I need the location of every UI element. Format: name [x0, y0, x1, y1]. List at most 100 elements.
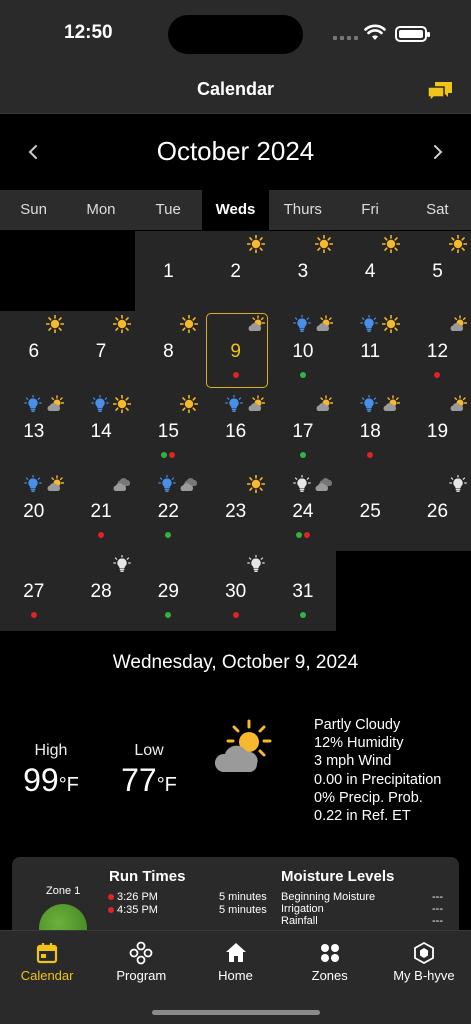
calendar-day-27[interactable]: 27 — [0, 551, 68, 631]
calendar-day-4[interactable]: 4 — [336, 231, 404, 311]
moisture-label: Beginning Moisture — [281, 891, 376, 903]
calendar-day-30[interactable]: 30 — [201, 551, 270, 631]
calendar-day-26[interactable]: 26 — [403, 471, 471, 551]
run-time: 4:35 PM — [117, 904, 158, 916]
cloudy-icon — [315, 478, 332, 491]
calendar-day-16[interactable]: 16 — [201, 391, 270, 471]
calendar-day-6[interactable]: 6 — [0, 311, 68, 391]
calendar-day-7[interactable]: 7 — [67, 311, 135, 391]
sun-icon — [180, 395, 199, 413]
day-number: 19 — [426, 421, 449, 442]
status-time: 12:50 — [64, 22, 113, 43]
sun-icon — [180, 315, 199, 333]
tab-calendar[interactable]: Calendar — [0, 931, 94, 1024]
calendar-day-2[interactable]: 2 — [201, 231, 270, 311]
calendar-day-14[interactable]: 14 — [67, 391, 135, 471]
calendar-day-8[interactable]: 8 — [134, 311, 203, 391]
calendar-day-31[interactable]: 31 — [269, 551, 337, 631]
zone-name: Zone 1 — [46, 885, 81, 897]
tab-label: Home — [218, 968, 253, 983]
calendar-day-15[interactable]: 15 — [134, 391, 203, 471]
light-bulb-icon — [247, 555, 266, 572]
weather-detail-line: 3 mph Wind — [314, 753, 392, 770]
calendar-empty-cell — [67, 231, 135, 311]
weekday-header: Sun Mon Tue Weds Thurs Fri Sat — [0, 190, 471, 230]
calendar-week-row: 13 14 15 16 17 18 19 — [0, 391, 471, 471]
red-dot — [232, 372, 239, 378]
sun-icon — [112, 315, 131, 333]
light-bulb-icon — [292, 475, 311, 492]
day-weather-icons — [247, 235, 266, 253]
weather-detail-line: 12% Humidity — [314, 735, 404, 752]
red-dot — [108, 894, 114, 900]
partly-cloudy-icon — [383, 395, 400, 411]
calendar-day-10[interactable]: 10 — [269, 311, 337, 391]
calendar-day-24[interactable]: 24 — [269, 471, 337, 551]
calendar-day-22[interactable]: 22 — [134, 471, 203, 551]
day-weather-icons — [180, 395, 199, 413]
red-dot — [98, 532, 105, 538]
run-time-row: 4:35 PM — [108, 904, 158, 916]
home-icon — [225, 943, 246, 962]
home-indicator — [152, 1010, 320, 1015]
partly-cloudy-icon — [47, 395, 64, 411]
calendar-day-11[interactable]: 11 — [336, 311, 404, 391]
day-number: 3 — [297, 261, 309, 282]
red-dot — [303, 532, 310, 538]
calendar-day-19[interactable]: 19 — [403, 391, 471, 471]
light-bulb-blue-icon — [360, 395, 378, 412]
green-dot — [161, 452, 168, 458]
calendar-day-5[interactable]: 5 — [403, 231, 471, 311]
weekday-thurs: Thurs — [283, 201, 322, 218]
chevron-right-icon[interactable] — [425, 140, 449, 164]
high-label: High — [34, 742, 68, 759]
day-weather-icons — [23, 475, 64, 493]
partly-cloudy-icon — [47, 475, 64, 491]
calendar-day-12[interactable]: 12 — [403, 311, 471, 391]
weather-detail-line: 0.00 in Precipitation — [314, 771, 442, 788]
day-number: 27 — [23, 581, 45, 602]
calendar-empty-cell — [0, 231, 68, 311]
calendar-day-29[interactable]: 29 — [134, 551, 203, 631]
calendar-week-row: 6 7 8 9 10 11 12 — [0, 311, 471, 391]
red-dot — [434, 372, 441, 378]
day-weather-icons — [360, 315, 400, 333]
day-weather-icons — [449, 315, 468, 333]
calendar-day-18[interactable]: 18 — [336, 391, 404, 471]
partly-cloudy-icon — [248, 315, 266, 331]
tab-my-bhyve[interactable]: My B-hyve — [377, 931, 471, 1024]
day-weather-icons — [23, 395, 64, 413]
green-dot — [295, 532, 302, 538]
calendar-day-13[interactable]: 13 — [0, 391, 68, 471]
day-weather-icons — [158, 475, 198, 493]
calendar-day-17[interactable]: 17 — [269, 391, 337, 471]
calendar-grid: 12345678 9 10 11 12 13 14 15 16 17 18 19… — [0, 231, 471, 631]
calendar-day-3[interactable]: 3 — [269, 231, 337, 311]
program-icon — [129, 941, 153, 965]
moisture-label: Irrigation — [281, 903, 324, 915]
calendar-day-25[interactable]: 25 — [336, 471, 404, 551]
nav-bar: Calendar — [0, 66, 471, 114]
zones-icon — [320, 944, 339, 962]
selected-date-heading: Wednesday, October 9, 2024 — [112, 652, 359, 673]
weekday-fri: Fri — [361, 201, 379, 218]
day-status-dots — [135, 612, 203, 618]
day-weather-icons — [382, 235, 400, 253]
moisture-label: Rainfall — [281, 915, 318, 927]
calendar-day-1[interactable]: 1 — [134, 231, 203, 311]
day-number: 9 — [230, 341, 241, 362]
calendar-day-28[interactable]: 28 — [67, 551, 135, 631]
calendar-day-21[interactable]: 21 — [67, 471, 135, 551]
day-weather-icons — [113, 555, 131, 573]
calendar-day-9[interactable]: 9 — [201, 311, 270, 391]
day-status-dots — [336, 452, 404, 458]
day-number: 21 — [90, 501, 112, 522]
bhyve-icon — [414, 941, 434, 965]
partly-cloudy-icon — [214, 719, 272, 772]
calendar-day-20[interactable]: 20 — [0, 471, 68, 551]
day-status-dots — [135, 452, 203, 458]
light-bulb-blue-icon — [292, 315, 311, 332]
chat-icon[interactable] — [426, 78, 454, 104]
calendar-day-23[interactable]: 23 — [201, 471, 270, 551]
weekday-tue: Tue — [155, 201, 181, 218]
